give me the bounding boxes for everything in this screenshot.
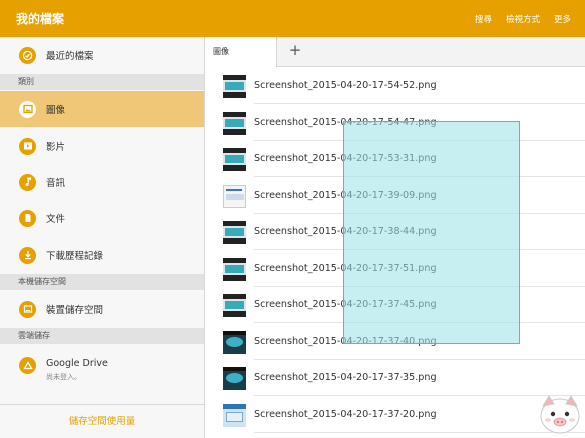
sidebar-item-label: 文件 [46, 214, 66, 225]
download-icon [19, 246, 36, 264]
thumbnail-image [223, 112, 246, 135]
sidebar-item-label: 圖像 [46, 105, 66, 116]
view-mode-action[interactable]: 檢視方式 [506, 13, 540, 25]
sidebar-item-videos[interactable]: 影片 [0, 128, 204, 164]
add-tab-button[interactable]: + [287, 41, 303, 61]
sidebar-item-audio[interactable]: 音訊 [0, 164, 204, 200]
file-name: Screenshot_2015-04-20-17-37-35.png [254, 372, 437, 383]
thumbnail-image [223, 294, 246, 317]
google-drive-status: 尚未登入。 [46, 373, 81, 381]
sidebar-item-documents[interactable]: 文件 [0, 200, 204, 236]
document-icon [19, 209, 36, 227]
google-drive-icon [19, 357, 36, 374]
sidebar-item-label: 最近的檔案 [46, 51, 94, 62]
image-icon [19, 100, 36, 118]
sidebar-item-images[interactable]: 圖像 [0, 91, 204, 127]
file-name: Screenshot_2015-04-20-17-37-20.png [254, 409, 437, 420]
thumbnail-image [223, 148, 246, 171]
sidebar-item-label: 裝置儲存空間 [46, 305, 104, 316]
thumbnail-image [223, 404, 246, 427]
app-bar: 我的檔案 搜尋 檢視方式 更多 [0, 0, 585, 37]
sidebar: 最近的檔案 類別 圖像 影片 音訊 文件 下載歷程記錄 本機儲存空間 裝置儲存空… [0, 37, 205, 438]
sidebar-item-downloads[interactable]: 下載歷程記錄 [0, 237, 204, 273]
section-cloud-storage: 雲端儲存 [0, 328, 204, 344]
music-icon [19, 173, 36, 191]
file-row[interactable]: Screenshot_2015-04-20-17-54-52.png [205, 68, 585, 104]
thumbnail-image [223, 331, 246, 354]
file-row[interactable]: Screenshot_2015-04-20-17-37-20.png [205, 397, 585, 433]
thumbnail-image [223, 221, 246, 244]
thumbnail-image [223, 75, 246, 98]
storage-usage-button[interactable]: 儲存空間使用量 [0, 404, 204, 438]
video-icon [19, 137, 36, 155]
app-actions: 搜尋 檢視方式 更多 [475, 13, 571, 25]
file-row[interactable]: Screenshot_2015-04-20-17-37-35.png [205, 360, 585, 396]
file-name: Screenshot_2015-04-20-17-54-52.png [254, 80, 437, 91]
sidebar-item-device-storage[interactable]: 裝置儲存空間 [0, 291, 204, 327]
sidebar-item-google-drive[interactable]: Google Drive 尚未登入。 [0, 345, 204, 387]
thumbnail-image [223, 367, 246, 390]
sidebar-item-label: 下載歷程記錄 [46, 251, 104, 262]
app-title: 我的檔案 [16, 12, 65, 26]
section-category: 類別 [0, 74, 204, 90]
thumbnail-image [223, 185, 246, 208]
tab-bar: 圖像 + [205, 37, 585, 67]
tab-images[interactable]: 圖像 [205, 37, 277, 67]
more-action[interactable]: 更多 [554, 13, 571, 25]
section-local-storage: 本機儲存空間 [0, 274, 204, 290]
sidebar-item-recent[interactable]: 最近的檔案 [0, 37, 204, 73]
search-action[interactable]: 搜尋 [475, 13, 492, 25]
sidebar-item-label: 音訊 [46, 178, 66, 189]
recent-icon [19, 46, 36, 64]
thumbnail-image [223, 258, 246, 281]
mascot-watermark [540, 395, 580, 434]
google-drive-label: Google Drive [46, 358, 108, 369]
drag-selection-rectangle [343, 121, 520, 344]
device-storage-icon [19, 300, 36, 318]
sidebar-item-label: 影片 [46, 142, 66, 153]
